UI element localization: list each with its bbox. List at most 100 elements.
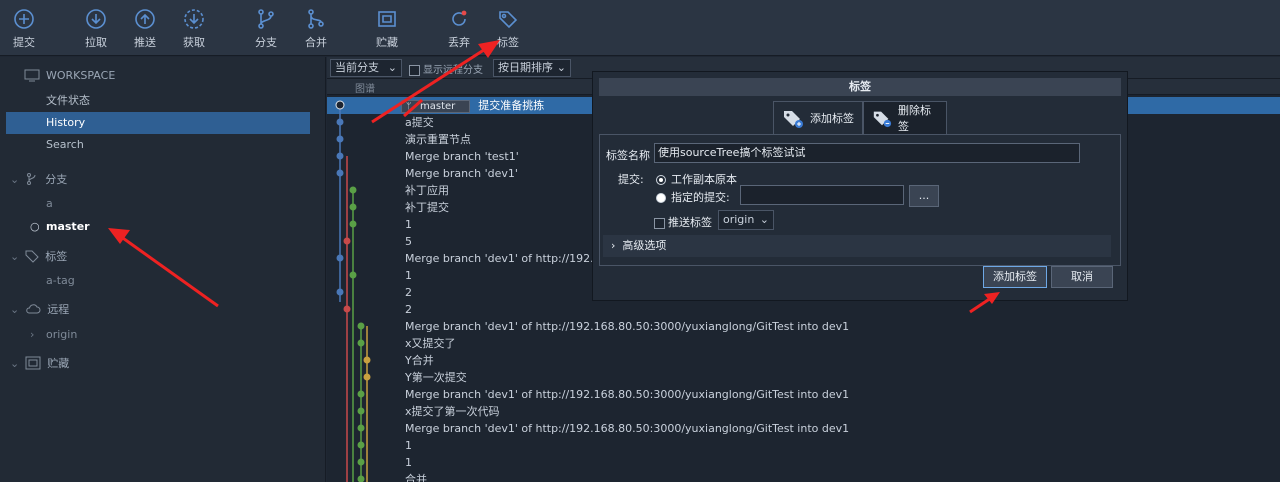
chevron-down-icon: ⌄ — [10, 356, 20, 370]
stash-icon — [378, 11, 396, 27]
sidebar-item-branch-master[interactable]: ○ master — [6, 216, 310, 238]
table-row[interactable]: 5 — [405, 233, 412, 250]
monitor-icon — [24, 69, 40, 81]
push-tag-checkbox[interactable]: 推送标签 — [654, 214, 712, 230]
tags-header[interactable]: ⌄ 标签 — [10, 246, 67, 266]
merge-icon — [308, 9, 324, 29]
sidebar-item-tag-a-tag[interactable]: a-tag — [6, 270, 310, 292]
commit-label: 提交: — [618, 173, 644, 186]
advanced-options-toggle[interactable]: › 高级选项 — [603, 235, 1111, 257]
remotes-header[interactable]: ⌄ 远程 — [10, 299, 69, 319]
commit-message: Y第一次提交 — [405, 371, 467, 384]
commit-message: 提交准备挑拣 — [478, 99, 545, 112]
tag-name-label: 标签名称 — [606, 149, 650, 162]
table-row[interactable]: Merge branch 'dev1' of http://192.168.80… — [405, 318, 849, 335]
commit-button[interactable]: 提交 — [1, 6, 47, 52]
commit-message: 2 — [405, 303, 412, 316]
cancel-button[interactable]: 取消 — [1051, 266, 1113, 288]
fetch-button[interactable]: 获取 — [171, 6, 217, 52]
table-row[interactable]: Y第一次提交 — [405, 369, 467, 386]
commit-node — [349, 271, 357, 279]
cloud-icon — [26, 304, 41, 314]
pull-button[interactable]: 拉取 — [73, 6, 119, 52]
discard-icon — [452, 10, 467, 26]
radio-working-copy[interactable]: 工作副本原本 — [656, 171, 737, 187]
tag-delete-icon — [873, 111, 892, 128]
table-row[interactable]: 2 — [405, 284, 412, 301]
add-tag-button[interactable]: 添加标签 — [983, 266, 1047, 288]
commit-message: Merge branch 'test1' — [405, 150, 519, 163]
tab-add-tag[interactable]: 添加标签 — [773, 101, 863, 135]
commit-message: 补丁应用 — [405, 184, 449, 197]
tag-name-input[interactable]: 使用sourceTree搞个标签试试 — [654, 143, 1080, 163]
tag-add-icon — [784, 111, 803, 128]
table-row[interactable]: 演示重置节点 — [405, 131, 471, 148]
commit-node — [363, 356, 371, 364]
table-row[interactable]: Merge branch 'test1' — [405, 148, 519, 165]
table-row[interactable]: 1 — [405, 216, 412, 233]
remote-select[interactable]: origin ⌄ — [718, 210, 774, 230]
current-branch-icon: ○ — [30, 220, 40, 233]
table-row[interactable]: a提交 — [405, 114, 434, 131]
commit-message: 1 — [405, 456, 412, 469]
commit-node — [343, 237, 351, 245]
commit-node — [357, 458, 365, 466]
discard-button[interactable]: 丢弃 — [436, 6, 482, 52]
table-row[interactable]: Merge branch 'dev1' of http://192.168.80… — [405, 386, 849, 403]
commit-node — [363, 373, 371, 381]
commit-message: 补丁提交 — [405, 201, 449, 214]
commit-message: Merge branch 'dev1' of http://192.168.80… — [405, 388, 850, 401]
commit-message: 2 — [405, 286, 412, 299]
sidebar-item-file-status[interactable]: 文件状态 — [6, 90, 310, 112]
table-row[interactable]: master ᛘ 提交准备挑拣 — [401, 97, 544, 114]
sort-select[interactable]: 按日期排序 ⌄ — [493, 59, 571, 77]
radio-specified-commit[interactable]: 指定的提交: — [656, 189, 730, 205]
table-row[interactable]: Merge branch 'dev1' of http://192.168.80… — [405, 420, 849, 437]
commit-node — [336, 288, 344, 296]
sidebar-item-history[interactable]: History — [6, 112, 310, 134]
branch-filter-select[interactable]: 当前分支 ⌄ — [330, 59, 402, 77]
show-remote-checkbox[interactable]: 显示远程分支 — [409, 61, 483, 76]
table-row[interactable]: 2 — [405, 301, 412, 318]
table-row[interactable]: 1 — [405, 267, 412, 284]
tag-button[interactable]: 标签 — [485, 6, 531, 52]
chevron-right-icon: › — [30, 328, 35, 341]
table-row[interactable]: 合并 — [405, 471, 427, 482]
sidebar-item-branch-a[interactable]: a — [6, 193, 310, 215]
commit-node — [357, 322, 365, 330]
table-row[interactable]: 补丁应用 — [405, 182, 449, 199]
chevron-right-icon: › — [611, 239, 616, 252]
push-button[interactable]: 推送 — [122, 6, 168, 52]
sidebar-item-remote-origin[interactable]: › origin — [6, 324, 310, 346]
chevron-down-icon: ⌄ — [556, 61, 566, 74]
table-row[interactable]: x又提交了 — [405, 335, 456, 352]
browse-commit-button[interactable]: ... — [909, 185, 939, 207]
table-row[interactable]: x提交了第一次代码 — [405, 403, 500, 420]
merge-button[interactable]: 合并 — [293, 6, 339, 52]
stash-header[interactable]: ⌄ 贮藏 — [10, 353, 69, 373]
table-row[interactable]: 补丁提交 — [405, 199, 449, 216]
sidebar-item-search[interactable]: Search — [6, 134, 310, 156]
commit-node — [336, 152, 344, 160]
commit-node — [336, 169, 344, 177]
commit-message: 合并 — [405, 473, 427, 482]
commit-hash-input[interactable] — [740, 185, 904, 205]
table-row[interactable]: Merge branch 'dev1' of http://192.1 — [405, 250, 601, 267]
tag-icon — [499, 11, 518, 29]
table-row[interactable]: 1 — [405, 454, 412, 471]
table-row[interactable]: 1 — [405, 437, 412, 454]
branches-header[interactable]: ⌄ 分支 — [10, 169, 67, 189]
stash-button[interactable]: 贮藏 — [364, 6, 410, 52]
graph-column-header[interactable]: 图谱 — [355, 80, 375, 95]
tab-delete-tag[interactable]: 删除标签 — [863, 101, 947, 135]
table-row[interactable]: Merge branch 'dev1' — [405, 165, 518, 182]
table-row[interactable]: Y合并 — [405, 352, 434, 369]
branch-label-badge: master ᛘ — [401, 100, 471, 113]
commit-node — [349, 186, 357, 194]
branch-button[interactable]: 分支 — [243, 6, 289, 52]
chevron-down-icon: ⌄ — [387, 61, 397, 74]
commit-message: a提交 — [405, 116, 434, 129]
commit-message: Merge branch 'dev1' of http://192.1 — [405, 252, 601, 265]
fetch-icon — [184, 9, 204, 29]
commit-message: 1 — [405, 269, 412, 282]
